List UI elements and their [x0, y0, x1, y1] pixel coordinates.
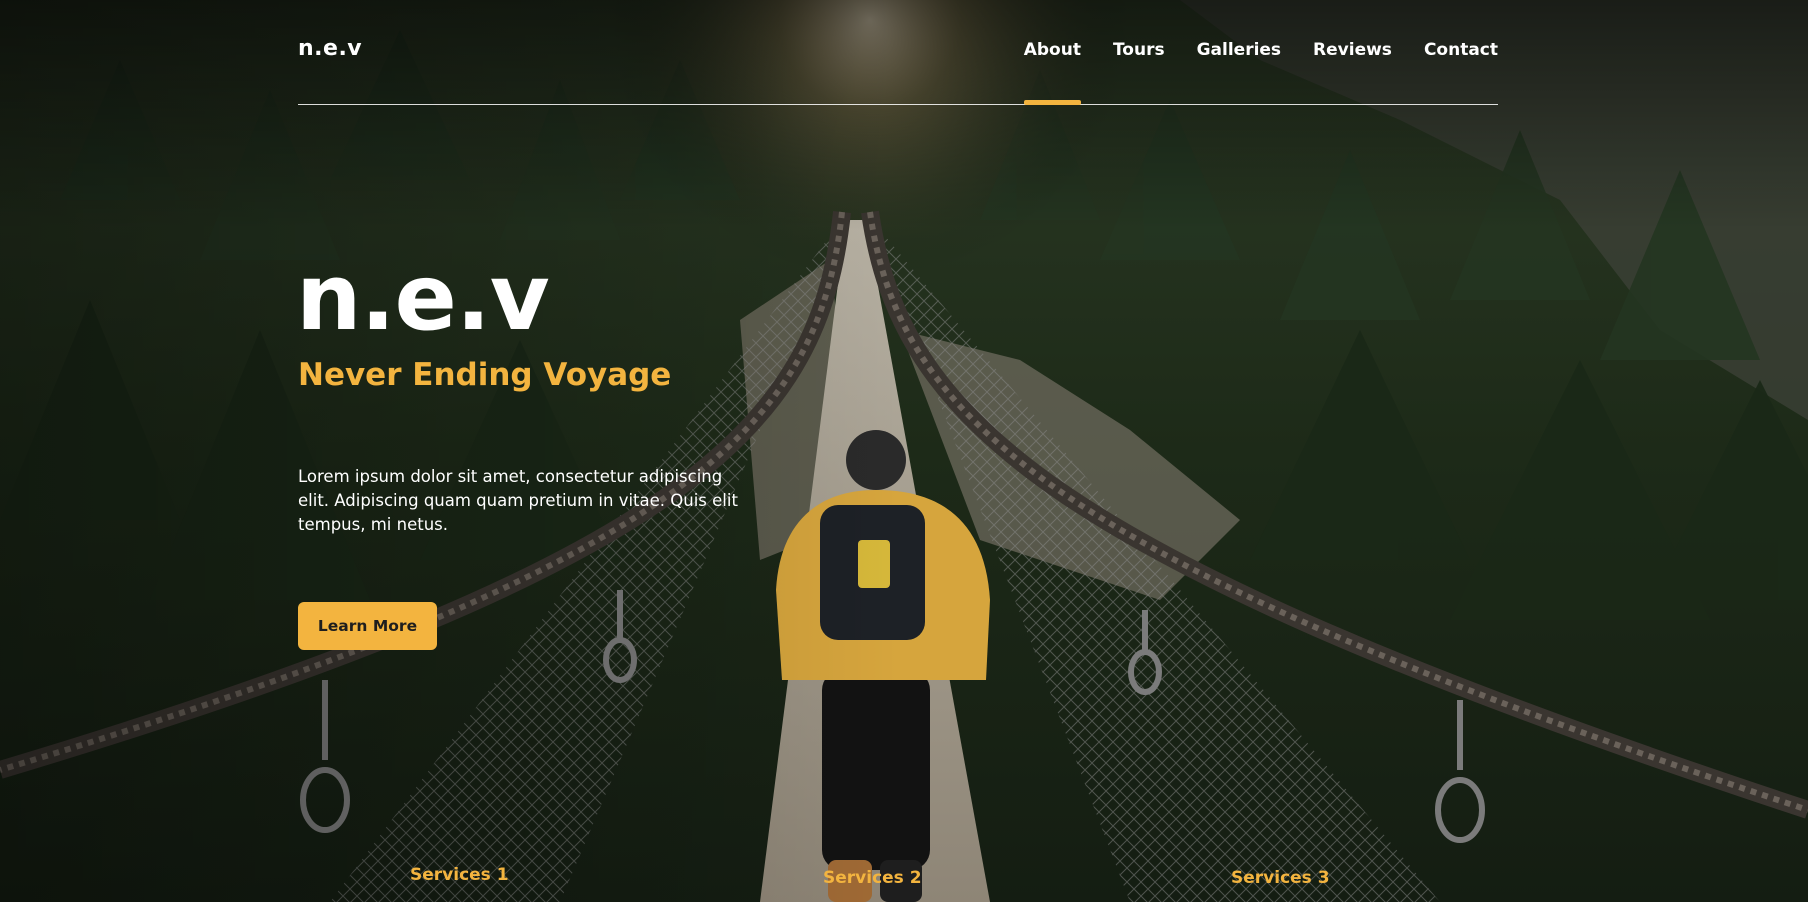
services-1-link[interactable]: Services 1 [410, 865, 509, 885]
hero-title: n.e.v [296, 244, 550, 351]
services-2-link[interactable]: Services 2 [823, 868, 922, 888]
hero-description: Lorem ipsum dolor sit amet, consectetur … [298, 467, 738, 534]
nav-item-galleries[interactable]: Galleries [1197, 40, 1281, 60]
nav-item-about[interactable]: About [1023, 40, 1082, 105]
learn-more-button[interactable]: Learn More [298, 602, 437, 650]
nav-links: About Tours Galleries Reviews Contact [992, 40, 1498, 105]
hero-tagline: Never Ending Voyage [298, 357, 672, 393]
left-gradient-overlay [0, 0, 900, 902]
site-logo[interactable]: n.e.v [298, 36, 362, 61]
nav-item-reviews[interactable]: Reviews [1313, 40, 1392, 60]
hero-section: n.e.v About Tours Galleries Reviews Cont… [0, 0, 1808, 902]
services-3-link[interactable]: Services 3 [1231, 868, 1330, 888]
nav-item-contact[interactable]: Contact [1424, 40, 1498, 60]
nav-item-tours[interactable]: Tours [1113, 40, 1165, 60]
navbar: n.e.v About Tours Galleries Reviews Cont… [298, 0, 1498, 105]
